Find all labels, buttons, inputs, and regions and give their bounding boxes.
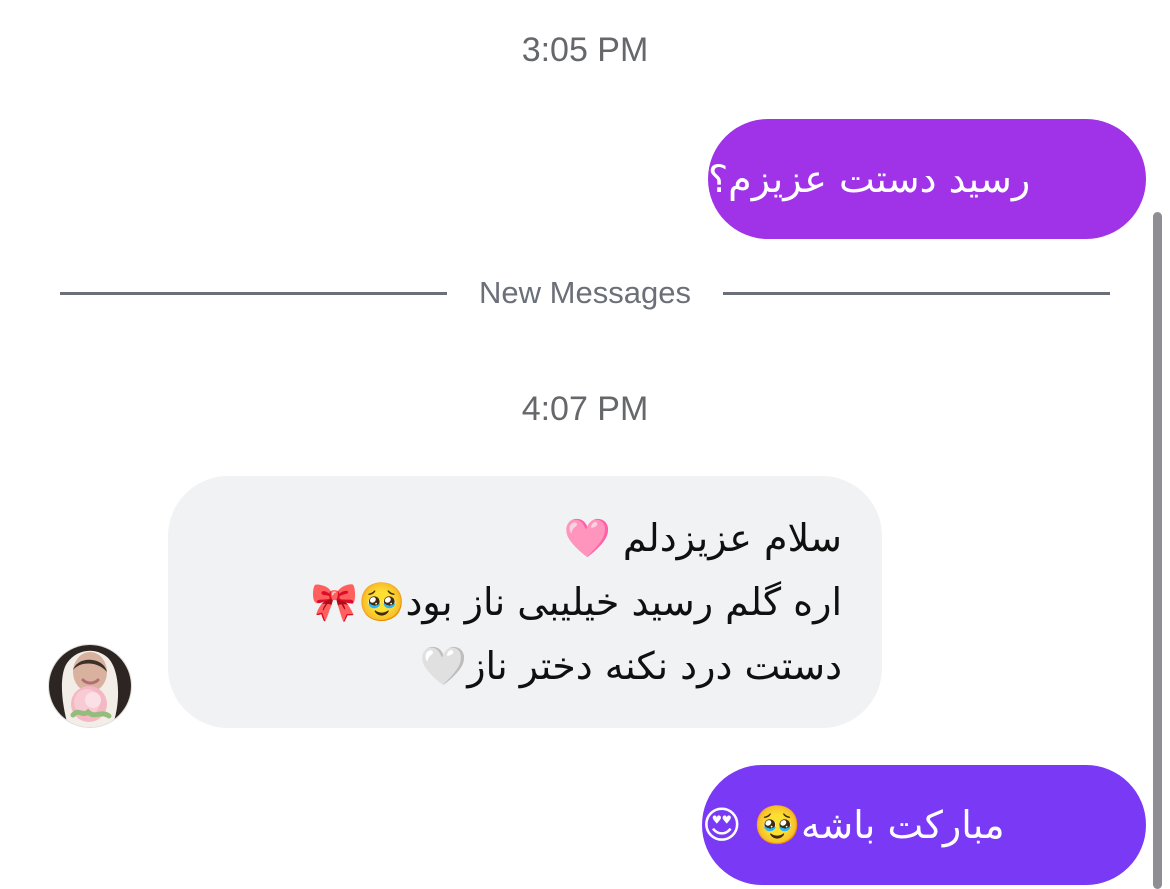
sent-message-bubble[interactable]: رسید دستت عزیزم؟ <box>708 119 1146 239</box>
timestamp-1: 3:05 PM <box>521 31 649 69</box>
received-message-bubble[interactable]: سلام عزیزدلم 🩷 اره گلم رسید خیلیبی ناز ب… <box>168 476 882 728</box>
sent-message-text-2: مبارکت باشه🥹 😍 <box>702 803 1005 847</box>
sender-avatar[interactable] <box>48 644 132 728</box>
sent-message-text: رسید دستت عزیزم؟ <box>708 157 1031 201</box>
new-messages-label: New Messages <box>479 275 691 310</box>
divider-line-right <box>722 291 1111 295</box>
chat-scrollbar[interactable] <box>1153 212 1162 889</box>
divider-line-left <box>60 291 448 295</box>
profile-photo-avatar-icon <box>49 645 131 727</box>
received-message-line-1: سلام عزیزدلم 🩷 <box>563 516 843 560</box>
sent-message-bubble-2[interactable]: مبارکت باشه🥹 😍 <box>702 765 1146 885</box>
received-message-line-3: دستت درد نکنه دختر ناز🤍 <box>419 644 842 688</box>
timestamp-2: 4:07 PM <box>521 390 649 428</box>
new-messages-divider: New Messages <box>60 273 1111 313</box>
received-message-line-2: اره گلم رسید خیلیبی ناز بود🥹🎀 <box>310 580 842 624</box>
